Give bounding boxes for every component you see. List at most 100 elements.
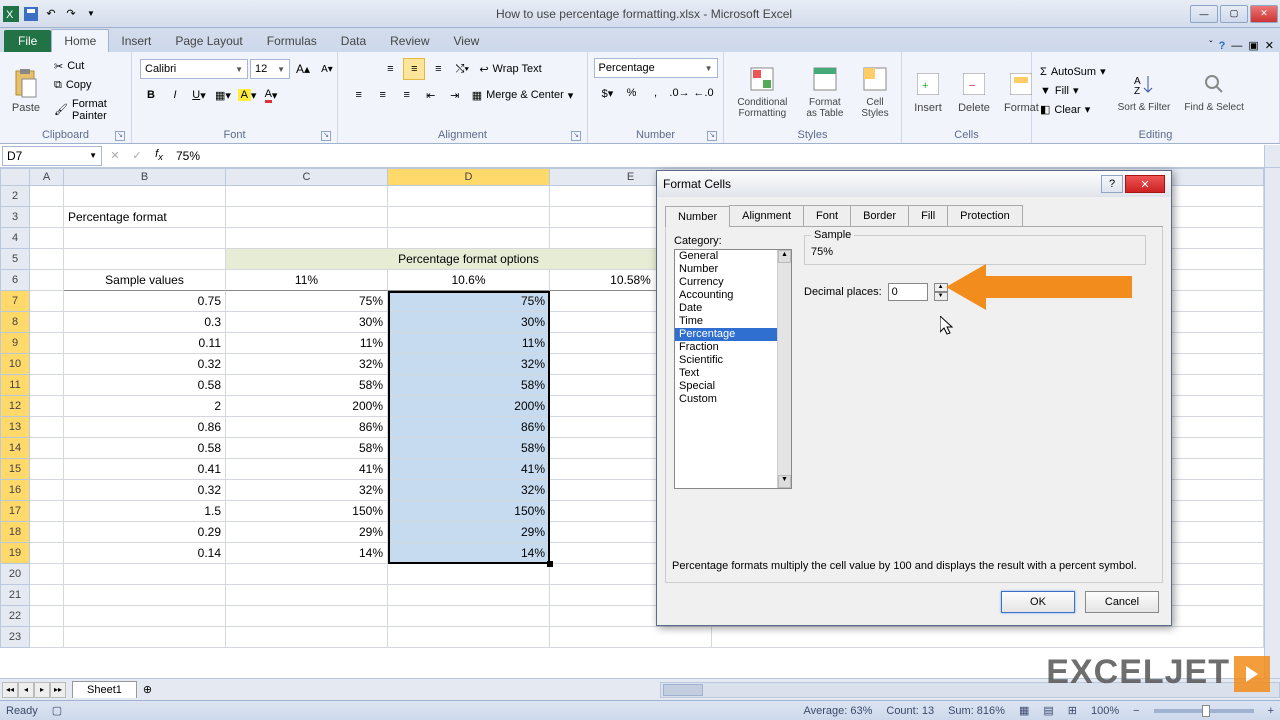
cell-D8[interactable]: 30% bbox=[388, 312, 550, 333]
dialog-tab-font[interactable]: Font bbox=[803, 205, 851, 226]
clear-button[interactable]: ◧Clear▾ bbox=[1036, 101, 1110, 118]
cell-A4[interactable] bbox=[30, 228, 64, 249]
cell-C15[interactable]: 41% bbox=[226, 459, 388, 480]
cell-B9[interactable]: 0.11 bbox=[64, 333, 226, 354]
percent-format-icon[interactable]: % bbox=[621, 82, 643, 104]
category-list[interactable]: GeneralNumberCurrencyAccountingDateTimeP… bbox=[674, 249, 792, 489]
cell-rest-23[interactable] bbox=[712, 627, 1264, 648]
cell-B5[interactable] bbox=[64, 249, 226, 270]
cell-B10[interactable]: 0.32 bbox=[64, 354, 226, 375]
row-header-2[interactable]: 2 bbox=[0, 186, 30, 207]
row-header-5[interactable]: 5 bbox=[0, 249, 30, 270]
cell-B22[interactable] bbox=[64, 606, 226, 627]
cell-C18[interactable]: 29% bbox=[226, 522, 388, 543]
cell-C19[interactable]: 14% bbox=[226, 543, 388, 564]
cell-A19[interactable] bbox=[30, 543, 64, 564]
qat-dropdown-icon[interactable]: ▼ bbox=[82, 5, 100, 23]
align-middle-icon[interactable]: ≡ bbox=[403, 58, 425, 80]
cell-B19[interactable]: 0.14 bbox=[64, 543, 226, 564]
cell-A9[interactable] bbox=[30, 333, 64, 354]
view-normal-icon[interactable]: ▦ bbox=[1019, 704, 1029, 717]
cell-C6[interactable]: 11% bbox=[226, 270, 388, 291]
orientation-icon[interactable]: ⤭▾ bbox=[451, 58, 473, 80]
tab-nav-last[interactable]: ▸▸ bbox=[50, 682, 66, 698]
cell-C21[interactable] bbox=[226, 585, 388, 606]
align-right-icon[interactable]: ≡ bbox=[396, 84, 418, 106]
new-sheet-icon[interactable]: ⊕ bbox=[143, 683, 152, 696]
cell-B11[interactable]: 0.58 bbox=[64, 375, 226, 396]
row-header-19[interactable]: 19 bbox=[0, 543, 30, 564]
category-fraction[interactable]: Fraction bbox=[675, 341, 791, 354]
cell-A16[interactable] bbox=[30, 480, 64, 501]
cell-B7[interactable]: 0.75 bbox=[64, 291, 226, 312]
bold-button[interactable]: B bbox=[140, 84, 162, 106]
italic-button[interactable]: I bbox=[164, 84, 186, 106]
cell-D13[interactable]: 86% bbox=[388, 417, 550, 438]
help-icon[interactable]: ? bbox=[1219, 40, 1226, 52]
cell-C23[interactable] bbox=[226, 627, 388, 648]
category-time[interactable]: Time bbox=[675, 315, 791, 328]
tab-insert[interactable]: Insert bbox=[109, 30, 163, 52]
row-header-14[interactable]: 14 bbox=[0, 438, 30, 459]
cell-B6[interactable]: Sample values bbox=[64, 270, 226, 291]
zoom-out-icon[interactable]: − bbox=[1133, 705, 1139, 717]
cell-B3[interactable]: Percentage format bbox=[64, 207, 226, 228]
tab-page-layout[interactable]: Page Layout bbox=[163, 30, 254, 52]
cell-B8[interactable]: 0.3 bbox=[64, 312, 226, 333]
cell-C16[interactable]: 32% bbox=[226, 480, 388, 501]
cell-D16[interactable]: 32% bbox=[388, 480, 550, 501]
cell-B4[interactable] bbox=[64, 228, 226, 249]
row-header-15[interactable]: 15 bbox=[0, 459, 30, 480]
alignment-dialog-launcher[interactable]: ↘ bbox=[571, 131, 581, 141]
row-header-11[interactable]: 11 bbox=[0, 375, 30, 396]
copy-button[interactable]: ⧉Copy bbox=[50, 77, 127, 94]
cell-C11[interactable]: 58% bbox=[226, 375, 388, 396]
find-select-button[interactable]: Find & Select bbox=[1178, 66, 1249, 115]
cell-A10[interactable] bbox=[30, 354, 64, 375]
grow-font-icon[interactable]: A▴ bbox=[292, 58, 314, 80]
zoom-slider[interactable] bbox=[1154, 709, 1254, 713]
category-percentage[interactable]: Percentage bbox=[675, 328, 791, 341]
delete-cells-button[interactable]: −Delete bbox=[952, 66, 996, 116]
sort-filter-button[interactable]: AZSort & Filter bbox=[1112, 66, 1177, 115]
row-header-17[interactable]: 17 bbox=[0, 501, 30, 522]
category-general[interactable]: General bbox=[675, 250, 791, 263]
category-currency[interactable]: Currency bbox=[675, 276, 791, 289]
cell-C2[interactable] bbox=[226, 186, 388, 207]
cell-B23[interactable] bbox=[64, 627, 226, 648]
cell-B18[interactable]: 0.29 bbox=[64, 522, 226, 543]
cell-D20[interactable] bbox=[388, 564, 550, 585]
win-min-icon[interactable]: — bbox=[1231, 40, 1242, 52]
spinner-up-icon[interactable]: ▲ bbox=[934, 283, 948, 292]
dialog-tab-alignment[interactable]: Alignment bbox=[729, 205, 804, 226]
row-header-13[interactable]: 13 bbox=[0, 417, 30, 438]
dialog-tab-protection[interactable]: Protection bbox=[947, 205, 1023, 226]
zoom-in-icon[interactable]: + bbox=[1268, 705, 1274, 717]
cell-A17[interactable] bbox=[30, 501, 64, 522]
decimal-places-input[interactable] bbox=[888, 283, 928, 301]
align-left-icon[interactable]: ≡ bbox=[348, 84, 370, 106]
row-header-4[interactable]: 4 bbox=[0, 228, 30, 249]
fx-icon[interactable]: fx bbox=[148, 145, 170, 167]
row-header-22[interactable]: 22 bbox=[0, 606, 30, 627]
dialog-tab-border[interactable]: Border bbox=[850, 205, 909, 226]
cell-A2[interactable] bbox=[30, 186, 64, 207]
align-bottom-icon[interactable]: ≡ bbox=[427, 58, 449, 80]
cell-C8[interactable]: 30% bbox=[226, 312, 388, 333]
maximize-button[interactable]: ▢ bbox=[1220, 5, 1248, 23]
cell-C12[interactable]: 200% bbox=[226, 396, 388, 417]
cell-A18[interactable] bbox=[30, 522, 64, 543]
row-header-20[interactable]: 20 bbox=[0, 564, 30, 585]
enter-fx-icon[interactable]: ✓ bbox=[126, 145, 148, 167]
cell-A20[interactable] bbox=[30, 564, 64, 585]
cell-D7[interactable]: 75% bbox=[388, 291, 550, 312]
row-header-23[interactable]: 23 bbox=[0, 627, 30, 648]
minimize-ribbon-icon[interactable]: ˇ bbox=[1209, 40, 1212, 51]
cell-A23[interactable] bbox=[30, 627, 64, 648]
row-header-8[interactable]: 8 bbox=[0, 312, 30, 333]
cell-D15[interactable]: 41% bbox=[388, 459, 550, 480]
increase-indent-icon[interactable]: ⇥ bbox=[444, 84, 466, 106]
cell-D17[interactable]: 150% bbox=[388, 501, 550, 522]
row-header-7[interactable]: 7 bbox=[0, 291, 30, 312]
cell-C7[interactable]: 75% bbox=[226, 291, 388, 312]
